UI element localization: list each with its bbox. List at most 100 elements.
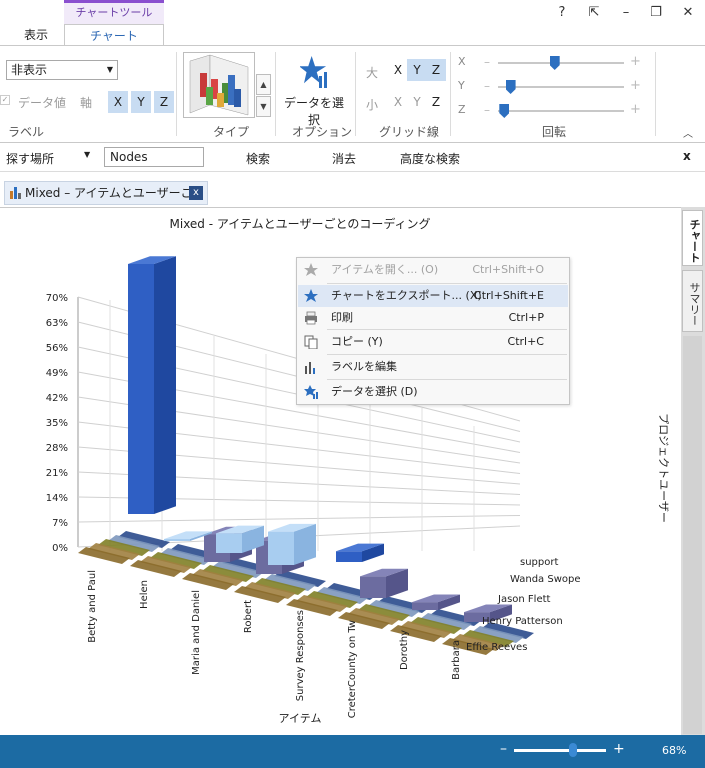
chart-tools-context-header: チャートツール (64, 0, 164, 24)
zoom-slider-track[interactable] (514, 749, 606, 752)
context-menu-item-shortcut: Ctrl+Shift+O (472, 263, 544, 276)
grid-minor-z-toggle[interactable]: Z (426, 91, 446, 113)
context-menu-item[interactable]: チャートをエクスポート... (X) Ctrl+Shift+E (298, 285, 568, 307)
collapse-ribbon-icon[interactable]: ︿ (683, 125, 693, 140)
document-tab[interactable]: Mixed – アイテムとユーザーごと x (4, 181, 208, 205)
gallery-scroll-down-button[interactable]: ▼ (256, 96, 271, 117)
rotation-y-increase[interactable]: + (630, 78, 641, 93)
data-value-checkbox[interactable]: ✓ (0, 95, 10, 105)
x-tick-label: CreterCounty on Tw (347, 620, 358, 718)
select-data-icon (304, 385, 318, 399)
context-menu-item-label: チャートをエクスポート... (X) (331, 289, 482, 302)
x-axis-title: アイテム (279, 712, 322, 725)
x-tick-label: Maria and Daniel (191, 590, 202, 675)
grid-major-y-toggle[interactable]: Y (407, 59, 427, 81)
rotation-y-decrease[interactable]: – (484, 79, 490, 93)
rotation-z-increase[interactable]: + (630, 102, 641, 117)
zoom-out-button[interactable]: – (500, 741, 507, 757)
side-tab-chart[interactable]: チャート (682, 210, 703, 266)
x-tick-label: Betty and Paul (87, 570, 98, 643)
slider-thumb[interactable] (549, 56, 560, 70)
tab-chart[interactable]: チャート (64, 24, 164, 46)
grid-major-x-toggle[interactable]: X (388, 59, 408, 81)
context-menu-item[interactable]: 印刷 Ctrl+P (298, 307, 568, 329)
look-in-dropdown[interactable]: ▼ (84, 150, 90, 159)
zoom-in-button[interactable]: + (613, 741, 625, 757)
context-menu-item[interactable]: コピー (Y) Ctrl+C (298, 331, 568, 353)
grid-minor-y-toggle[interactable]: Y (407, 91, 427, 113)
rotation-x-slider[interactable]: X – + (458, 53, 648, 73)
x-tick-label: Survey Responses (295, 610, 306, 701)
chart-type-gallery[interactable] (183, 52, 255, 118)
y-tick-label: 49% (46, 368, 68, 379)
grid-minor-x-toggle[interactable]: X (388, 91, 408, 113)
rotation-x-increase[interactable]: + (630, 54, 641, 69)
gridline (77, 515, 521, 523)
x-tick-label: Barbara (451, 640, 462, 680)
slider-thumb[interactable] (505, 80, 516, 94)
context-menu-item-label: データを選択 (D) (331, 385, 418, 398)
side-scrollbar[interactable] (683, 336, 702, 734)
type-group-title: タイプ (213, 125, 250, 139)
copy-icon (304, 335, 318, 349)
rotation-z-decrease[interactable]: – (484, 103, 490, 117)
help-button[interactable]: ? (552, 4, 572, 22)
clear-button[interactable]: 消去 (332, 150, 356, 167)
close-find-bar-button[interactable]: x (683, 149, 691, 163)
context-menu-item-shortcut: Ctrl+P (508, 311, 544, 324)
series-label: Henry Patterson (482, 616, 563, 627)
close-button[interactable]: ✕ (678, 4, 698, 22)
label-x-toggle[interactable]: X (108, 91, 128, 113)
advanced-find-button[interactable]: 高度な検索 (400, 150, 460, 167)
bar-chart-3d-icon (189, 54, 249, 116)
gallery-scroll-up-button[interactable]: ▲ (256, 74, 271, 95)
bar-side (154, 256, 176, 514)
group-divider (275, 52, 276, 136)
series-label: support (520, 557, 558, 568)
x-tick-label: Dorothy (399, 630, 410, 670)
menu-separator (327, 283, 567, 284)
label-z-toggle[interactable]: Z (154, 91, 174, 113)
rotation-z-label: Z (458, 103, 466, 116)
close-document-tab-button[interactable]: x (189, 186, 203, 200)
context-menu-item: アイテムを開く... (O) Ctrl+Shift+O (298, 259, 568, 281)
label-display-value: 非表示 (11, 63, 48, 77)
data-value-label: データ値 (18, 96, 67, 110)
label-display-dropdown[interactable]: 非表示 ▼ (6, 60, 118, 80)
context-menu-item-label: アイテムを開く... (O) (331, 263, 439, 276)
chart-doc-icon (10, 187, 21, 199)
bar (164, 539, 190, 541)
rotation-y-slider[interactable]: Y – + (458, 77, 648, 97)
zoom-slider-thumb[interactable] (568, 743, 577, 757)
minimize-button[interactable]: – (616, 4, 636, 22)
rotation-group-title: 回転 (542, 125, 567, 139)
restore-pane-button[interactable]: ⇱ (584, 4, 604, 22)
y-tick-label: 63% (46, 318, 68, 329)
zoom-level: 68% (662, 744, 687, 757)
tab-display[interactable]: 表示 (14, 24, 58, 46)
context-menu-item-shortcut: Ctrl+C (507, 335, 544, 348)
rotation-z-slider[interactable]: Z – + (458, 101, 648, 121)
context-menu-item[interactable]: ラベルを編集 (298, 356, 568, 378)
rotation-x-label: X (458, 55, 466, 68)
label-y-toggle[interactable]: Y (131, 91, 151, 113)
rotation-y-label: Y (458, 79, 465, 92)
bar (336, 551, 362, 562)
grid-major-z-toggle[interactable]: Z (426, 59, 446, 81)
chevron-down-icon: ▼ (106, 65, 113, 74)
context-menu-item[interactable]: データを選択 (D) (298, 381, 568, 403)
rotation-x-decrease[interactable]: – (484, 55, 490, 69)
menu-separator (327, 354, 567, 355)
slider-thumb[interactable] (499, 104, 510, 118)
y-tick-label: 14% (46, 493, 68, 504)
group-divider (450, 52, 451, 136)
side-tab-summary[interactable]: サマリー (682, 270, 703, 332)
grid-group-title: グリッド線 (379, 125, 440, 139)
group-divider (176, 52, 177, 136)
look-in-field[interactable]: Nodes (104, 147, 204, 167)
x-tick-label: Helen (139, 580, 150, 609)
maximize-button[interactable]: ❐ (646, 4, 666, 22)
app-window: チャートツール 表示 チャート ? ⇱ – ❐ ✕ 非表示 ▼ ✓ データ値 軸… (0, 0, 705, 768)
select-data-button[interactable]: データを選択 (280, 52, 348, 127)
find-button[interactable]: 検索 (246, 150, 270, 167)
